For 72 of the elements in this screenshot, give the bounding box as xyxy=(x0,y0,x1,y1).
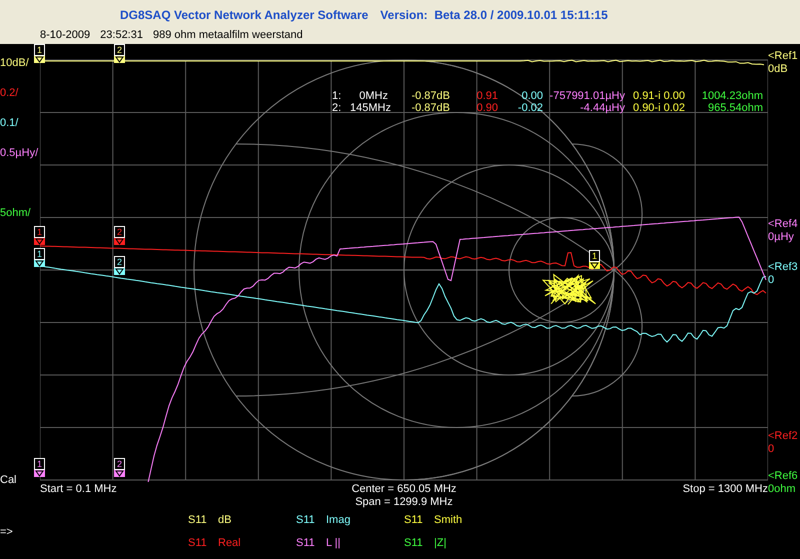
legend-trace: Imag xyxy=(326,514,350,527)
marker-triangle-icon xyxy=(114,268,125,275)
description-text: 989 ohm metaalfilm weerstand xyxy=(152,28,303,42)
reference-value: 0 xyxy=(768,443,776,456)
marker-table-cell: 145MHz xyxy=(350,102,388,114)
legend-trace: |Z| xyxy=(434,537,446,550)
marker-table-cell-text: 2: xyxy=(332,102,342,114)
marker-triangle-icon xyxy=(34,238,45,245)
reference-value: 0dB xyxy=(768,63,789,76)
legend-trace: Real xyxy=(218,537,241,550)
marker-triangle-icon xyxy=(114,470,125,477)
marker-table-cell-text: 0.00 xyxy=(520,90,543,102)
marker-table-cell-text: -757991.01µHy xyxy=(548,90,625,102)
center-frequency: Center = 650.05 MHz xyxy=(352,483,456,496)
scale-label: 0.5µHy/ xyxy=(0,147,38,160)
reference-label: <Ref3 xyxy=(768,261,798,274)
marker-triangle-icon xyxy=(589,262,600,269)
legend-parameter: S11 xyxy=(404,514,424,527)
window-title: DG8SAQ Vector Network Analyzer Software xyxy=(120,8,368,22)
marker-table-cell-text: 0MHz xyxy=(358,90,388,102)
scale-label: 5ohm/ xyxy=(0,207,31,220)
stop-frequency: Stop = 1300 MHz xyxy=(682,483,768,496)
marker-table-cell-text: 0.90-i 0.02 xyxy=(632,102,685,114)
marker-triangle-icon xyxy=(34,56,45,63)
marker-flag: 1 xyxy=(589,250,600,262)
cal-label: Cal xyxy=(0,474,17,487)
start-frequency: Start = 0.1 MHz xyxy=(40,483,118,496)
reference-value: 0µHy xyxy=(768,231,795,244)
legend-trace: L || xyxy=(326,537,340,550)
prompt-text: => xyxy=(0,526,14,538)
legend-parameter: S11 xyxy=(188,537,208,550)
reference-label: <Ref1 xyxy=(768,50,798,63)
scale-label: 0.1/ xyxy=(0,117,18,130)
reference-label: <Ref2 xyxy=(768,430,798,443)
time-text: 23:52:31 xyxy=(100,28,143,42)
marker-table-cell-text: 965.54ohm xyxy=(706,102,763,114)
reference-value: 0 xyxy=(768,274,776,287)
marker-table-cell-text: 0.91 xyxy=(476,90,498,102)
marker-table-cell-text: -0.87dB xyxy=(410,102,450,114)
marker-triangle-icon xyxy=(34,260,45,267)
marker-table-cell-text: 0.91-i 0.00 xyxy=(632,90,685,102)
marker-flag: 1 xyxy=(34,248,45,260)
legend-parameter: S11 xyxy=(296,514,316,527)
marker-triangle-icon xyxy=(34,470,45,477)
scale-label: 0.2/ xyxy=(0,87,18,100)
marker-table-cell-text: -0.02 xyxy=(516,102,543,114)
marker-table-cell-text: 1: xyxy=(332,90,342,102)
version-text: Version: Beta 28.0 / 2009.10.01 15:11:15 xyxy=(380,8,608,22)
span-frequency: Span = 1299.9 MHz xyxy=(355,496,453,509)
marker-triangle-icon xyxy=(114,56,125,63)
legend-trace: Smith xyxy=(434,514,462,527)
marker-table-cell-text: 0.90 xyxy=(476,102,498,114)
marker-table-cell-text: -4.44µHy xyxy=(579,102,625,114)
marker-flag: 2 xyxy=(114,256,125,268)
legend-parameter: S11 xyxy=(404,537,424,550)
legend-parameter: S11 xyxy=(188,514,208,527)
marker-flag: 2 xyxy=(114,458,125,470)
legend-parameter: S11 xyxy=(296,537,316,550)
reference-label: <Ref6 xyxy=(768,470,798,483)
marker-table-cell-text: -0.87dB xyxy=(410,90,450,102)
marker-flag: 2 xyxy=(114,226,125,238)
reference-label: <Ref4 xyxy=(768,218,798,231)
marker-flag: 1 xyxy=(34,44,45,56)
date-text: 8-10-2009 xyxy=(40,28,90,42)
marker-flag: 2 xyxy=(114,44,125,56)
legend-trace: dB xyxy=(218,514,232,527)
marker-flag: 1 xyxy=(34,458,45,470)
scale-label: 10dB/ xyxy=(0,57,29,70)
marker-table-cell-text: 1004.23ohm xyxy=(700,90,763,102)
marker-flag: 1 xyxy=(34,226,45,238)
marker-triangle-icon xyxy=(114,238,125,245)
reference-value: 0ohm xyxy=(768,483,797,496)
